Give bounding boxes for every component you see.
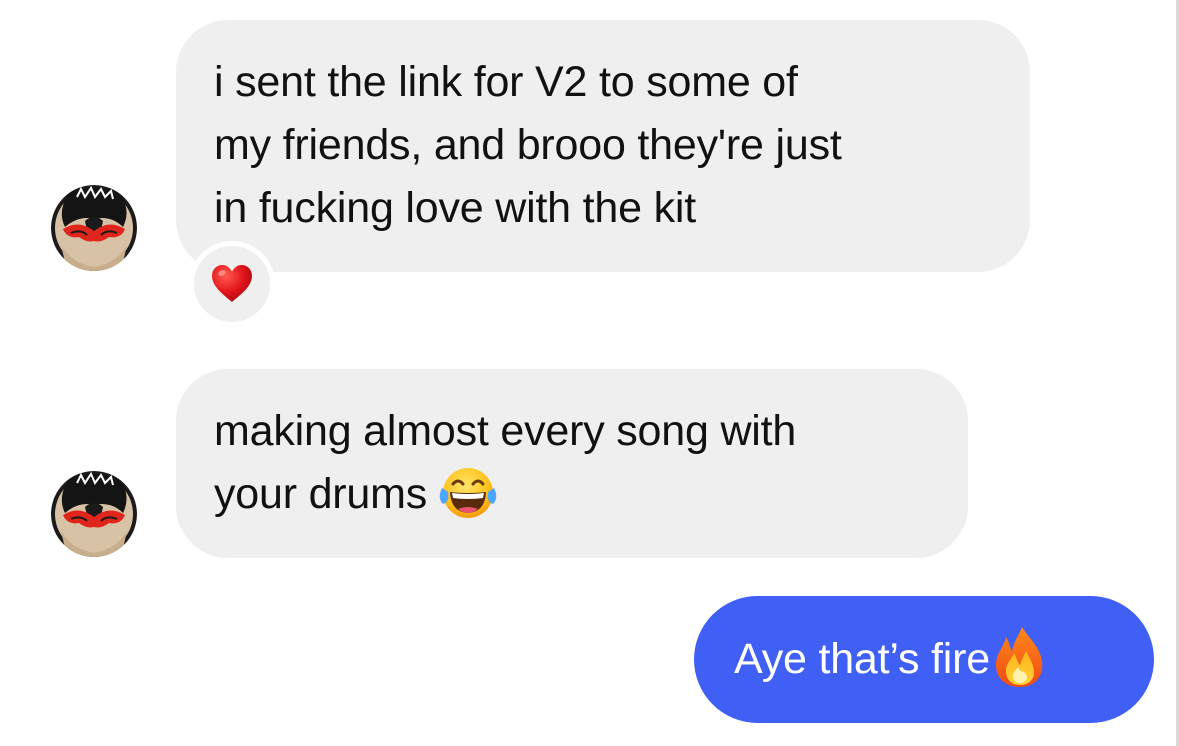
message-text-line: making almost every song with bbox=[214, 407, 797, 455]
contact-avatar[interactable] bbox=[51, 471, 137, 557]
message-text: Aye that’s fire bbox=[734, 635, 990, 683]
avatar-image bbox=[51, 185, 137, 271]
message-reaction[interactable] bbox=[189, 241, 275, 327]
avatar-image bbox=[51, 471, 137, 557]
outgoing-message-bubble[interactable]: Aye that’s fire bbox=[694, 596, 1154, 723]
heart-icon bbox=[212, 265, 252, 302]
incoming-message-bubble[interactable]: i sent the link for V2 to some of my fri… bbox=[176, 20, 1030, 272]
message-text-line: in fucking love with the kit bbox=[214, 184, 696, 232]
message-text-line: your drums bbox=[214, 463, 930, 526]
tears-of-joy-icon bbox=[439, 467, 497, 518]
fire-icon bbox=[995, 626, 1043, 687]
contact-avatar[interactable] bbox=[51, 185, 137, 271]
incoming-message-bubble[interactable]: making almost every song with your drums bbox=[176, 369, 968, 558]
message-text-line: i sent the link for V2 to some of bbox=[214, 58, 798, 106]
message-thread: i sent the link for V2 to some of my fri… bbox=[0, 0, 1179, 746]
message-text-line: my friends, and brooo they're just bbox=[214, 121, 842, 169]
